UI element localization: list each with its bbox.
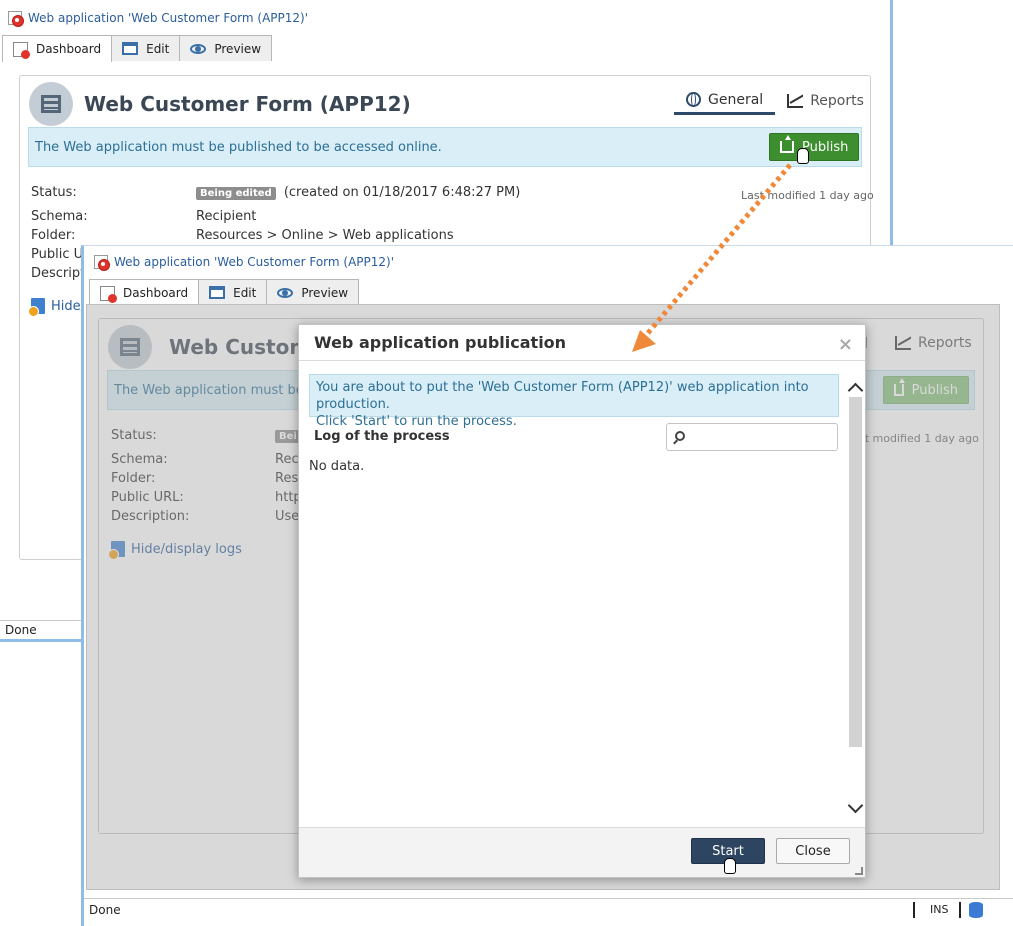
- annotation-arrow: [632, 163, 792, 352]
- arrow-head: [632, 330, 656, 352]
- arrow-line: [640, 163, 792, 342]
